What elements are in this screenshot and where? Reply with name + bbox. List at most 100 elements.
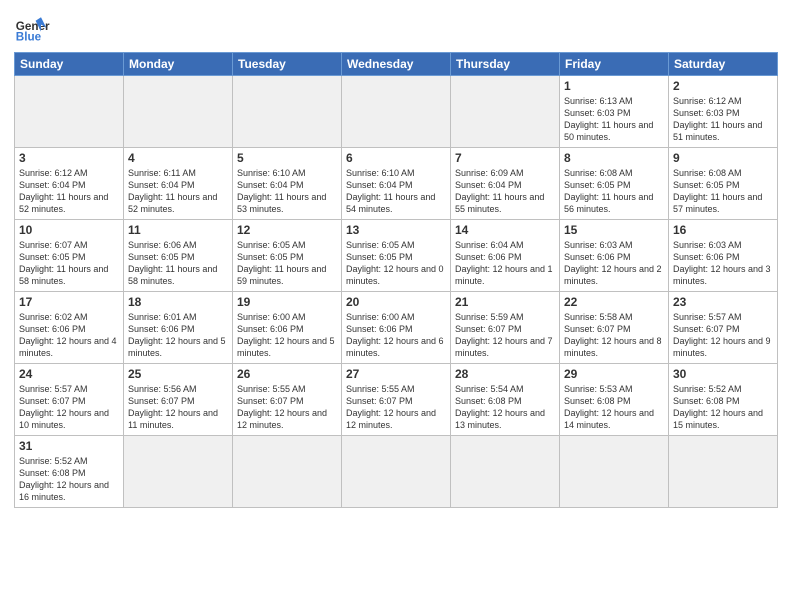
weekday-header-friday: Friday: [560, 53, 669, 76]
day-number: 13: [346, 223, 446, 237]
day-info: Sunrise: 6:02 AM Sunset: 6:06 PM Dayligh…: [19, 311, 119, 360]
day-info: Sunrise: 5:53 AM Sunset: 6:08 PM Dayligh…: [564, 383, 664, 432]
weekday-header-wednesday: Wednesday: [342, 53, 451, 76]
day-number: 24: [19, 367, 119, 381]
calendar-cell: 25 Sunrise: 5:56 AM Sunset: 6:07 PM Dayli…: [124, 364, 233, 436]
day-number: 22: [564, 295, 664, 309]
calendar-cell: 5Sunrise: 6:10 AM Sunset: 6:04 PM Daylig…: [233, 148, 342, 220]
day-info: Sunrise: 5:55 AM Sunset: 6:07 PM Dayligh…: [237, 383, 337, 432]
calendar-table: SundayMondayTuesdayWednesdayThursdayFrid…: [14, 52, 778, 508]
week-row-2: 10 Sunrise: 6:07 AM Sunset: 6:05 PM Dayli…: [15, 220, 778, 292]
day-number: 2: [673, 79, 773, 93]
calendar-cell: 30 Sunrise: 5:52 AM Sunset: 6:08 PM Dayli…: [669, 364, 778, 436]
week-row-4: 24 Sunrise: 5:57 AM Sunset: 6:07 PM Dayli…: [15, 364, 778, 436]
calendar-cell: 9 Sunrise: 6:08 AM Sunset: 6:05 PM Daylig…: [669, 148, 778, 220]
calendar-cell: 7Sunrise: 6:09 AM Sunset: 6:04 PM Daylig…: [451, 148, 560, 220]
calendar-cell: [233, 76, 342, 148]
svg-text:Blue: Blue: [16, 31, 42, 44]
day-number: 15: [564, 223, 664, 237]
day-info: Sunrise: 5:55 AM Sunset: 6:07 PM Dayligh…: [346, 383, 446, 432]
day-info: Sunrise: 5:52 AM Sunset: 6:08 PM Dayligh…: [673, 383, 773, 432]
calendar-cell: 16Sunrise: 6:03 AM Sunset: 6:06 PM Dayli…: [669, 220, 778, 292]
weekday-header-row: SundayMondayTuesdayWednesdayThursdayFrid…: [15, 53, 778, 76]
week-row-3: 17 Sunrise: 6:02 AM Sunset: 6:06 PM Dayli…: [15, 292, 778, 364]
day-number: 6: [346, 151, 446, 165]
calendar-cell: [342, 436, 451, 508]
calendar-cell: [451, 436, 560, 508]
calendar-cell: 10 Sunrise: 6:07 AM Sunset: 6:05 PM Dayli…: [15, 220, 124, 292]
day-info: Sunrise: 6:06 AM Sunset: 6:05 PM Dayligh…: [128, 239, 228, 288]
calendar-cell: 20 Sunrise: 6:00 AM Sunset: 6:06 PM Dayli…: [342, 292, 451, 364]
day-number: 27: [346, 367, 446, 381]
day-number: 4: [128, 151, 228, 165]
day-number: 11: [128, 223, 228, 237]
day-number: 19: [237, 295, 337, 309]
calendar-cell: 26 Sunrise: 5:55 AM Sunset: 6:07 PM Dayli…: [233, 364, 342, 436]
day-info: Sunrise: 6:08 AM Sunset: 6:05 PM Dayligh…: [673, 167, 773, 216]
weekday-header-tuesday: Tuesday: [233, 53, 342, 76]
day-info: Sunrise: 6:08 AM Sunset: 6:05 PM Dayligh…: [564, 167, 664, 216]
day-info: Sunrise: 6:13 AM Sunset: 6:03 PM Dayligh…: [564, 95, 664, 144]
day-info: Sunrise: 6:10 AM Sunset: 6:04 PM Dayligh…: [346, 167, 446, 216]
weekday-header-monday: Monday: [124, 53, 233, 76]
day-info: Sunrise: 6:12 AM Sunset: 6:03 PM Dayligh…: [673, 95, 773, 144]
day-number: 14: [455, 223, 555, 237]
day-number: 21: [455, 295, 555, 309]
calendar-cell: 19 Sunrise: 6:00 AM Sunset: 6:06 PM Dayli…: [233, 292, 342, 364]
calendar-cell: 23Sunrise: 5:57 AM Sunset: 6:07 PM Dayli…: [669, 292, 778, 364]
week-row-5: 31Sunrise: 5:52 AM Sunset: 6:08 PM Dayli…: [15, 436, 778, 508]
day-info: Sunrise: 6:00 AM Sunset: 6:06 PM Dayligh…: [237, 311, 337, 360]
day-number: 20: [346, 295, 446, 309]
calendar-cell: 15 Sunrise: 6:03 AM Sunset: 6:06 PM Dayli…: [560, 220, 669, 292]
day-number: 31: [19, 439, 119, 453]
day-info: Sunrise: 6:05 AM Sunset: 6:05 PM Dayligh…: [346, 239, 446, 288]
day-info: Sunrise: 6:03 AM Sunset: 6:06 PM Dayligh…: [564, 239, 664, 288]
day-number: 17: [19, 295, 119, 309]
day-info: Sunrise: 6:04 AM Sunset: 6:06 PM Dayligh…: [455, 239, 555, 288]
calendar-cell: 13 Sunrise: 6:05 AM Sunset: 6:05 PM Dayli…: [342, 220, 451, 292]
day-number: 18: [128, 295, 228, 309]
calendar-cell: [15, 76, 124, 148]
logo-icon: General Blue: [14, 10, 50, 46]
weekday-header-sunday: Sunday: [15, 53, 124, 76]
calendar-cell: 28 Sunrise: 5:54 AM Sunset: 6:08 PM Dayli…: [451, 364, 560, 436]
day-number: 7: [455, 151, 555, 165]
day-info: Sunrise: 5:57 AM Sunset: 6:07 PM Dayligh…: [673, 311, 773, 360]
day-number: 29: [564, 367, 664, 381]
day-info: Sunrise: 5:57 AM Sunset: 6:07 PM Dayligh…: [19, 383, 119, 432]
day-info: Sunrise: 5:56 AM Sunset: 6:07 PM Dayligh…: [128, 383, 228, 432]
day-number: 9: [673, 151, 773, 165]
day-info: Sunrise: 5:54 AM Sunset: 6:08 PM Dayligh…: [455, 383, 555, 432]
calendar-cell: 2 Sunrise: 6:12 AM Sunset: 6:03 PM Daylig…: [669, 76, 778, 148]
week-row-0: 1Sunrise: 6:13 AM Sunset: 6:03 PM Daylig…: [15, 76, 778, 148]
day-info: Sunrise: 6:12 AM Sunset: 6:04 PM Dayligh…: [19, 167, 119, 216]
calendar-cell: [451, 76, 560, 148]
calendar-cell: [124, 76, 233, 148]
day-info: Sunrise: 5:58 AM Sunset: 6:07 PM Dayligh…: [564, 311, 664, 360]
day-number: 30: [673, 367, 773, 381]
calendar-cell: 29 Sunrise: 5:53 AM Sunset: 6:08 PM Dayli…: [560, 364, 669, 436]
calendar-cell: 31Sunrise: 5:52 AM Sunset: 6:08 PM Dayli…: [15, 436, 124, 508]
calendar-cell: 8Sunrise: 6:08 AM Sunset: 6:05 PM Daylig…: [560, 148, 669, 220]
day-info: Sunrise: 5:59 AM Sunset: 6:07 PM Dayligh…: [455, 311, 555, 360]
day-number: 12: [237, 223, 337, 237]
calendar-cell: 12 Sunrise: 6:05 AM Sunset: 6:05 PM Dayli…: [233, 220, 342, 292]
day-info: Sunrise: 6:00 AM Sunset: 6:06 PM Dayligh…: [346, 311, 446, 360]
day-number: 10: [19, 223, 119, 237]
day-number: 16: [673, 223, 773, 237]
calendar-cell: 14 Sunrise: 6:04 AM Sunset: 6:06 PM Dayli…: [451, 220, 560, 292]
day-number: 25: [128, 367, 228, 381]
calendar-cell: [124, 436, 233, 508]
day-info: Sunrise: 6:07 AM Sunset: 6:05 PM Dayligh…: [19, 239, 119, 288]
day-info: Sunrise: 6:10 AM Sunset: 6:04 PM Dayligh…: [237, 167, 337, 216]
day-number: 3: [19, 151, 119, 165]
calendar-cell: 22 Sunrise: 5:58 AM Sunset: 6:07 PM Dayli…: [560, 292, 669, 364]
calendar-cell: 1Sunrise: 6:13 AM Sunset: 6:03 PM Daylig…: [560, 76, 669, 148]
day-info: Sunrise: 6:05 AM Sunset: 6:05 PM Dayligh…: [237, 239, 337, 288]
weekday-header-saturday: Saturday: [669, 53, 778, 76]
calendar-cell: 3 Sunrise: 6:12 AM Sunset: 6:04 PM Daylig…: [15, 148, 124, 220]
day-number: 26: [237, 367, 337, 381]
calendar-cell: [233, 436, 342, 508]
day-number: 28: [455, 367, 555, 381]
page: General Blue SundayMondayTuesdayWednesda…: [0, 0, 792, 612]
